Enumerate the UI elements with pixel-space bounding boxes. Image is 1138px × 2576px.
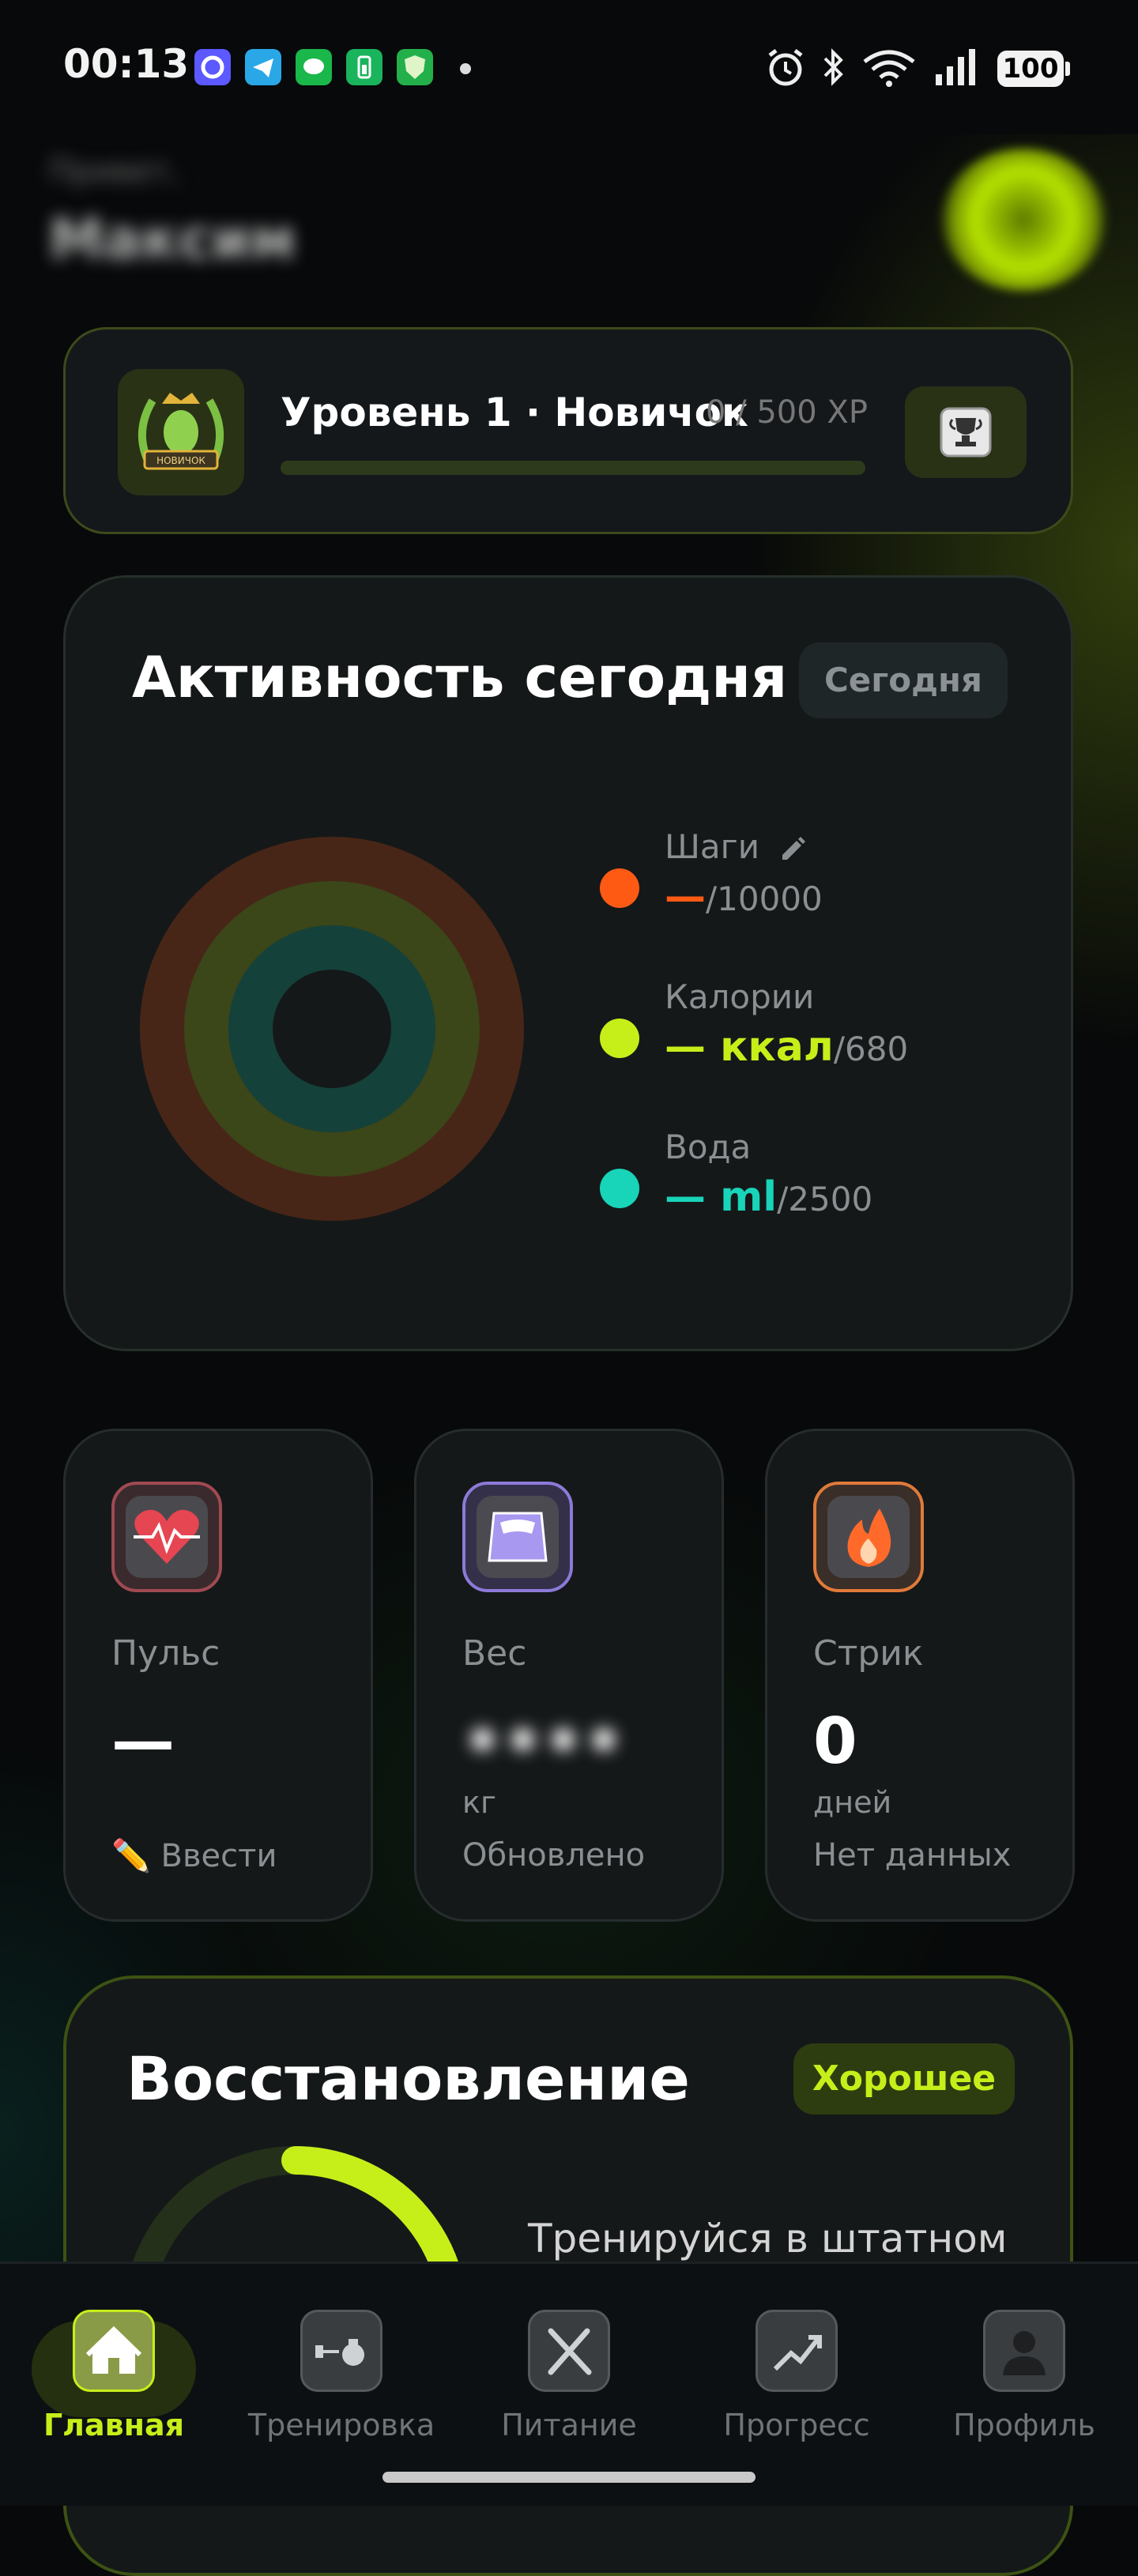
pulse-input-label: Ввести (160, 1838, 277, 1874)
laurel-badge-icon: НОВИЧОК (138, 393, 224, 470)
user-name: Максим (49, 207, 296, 272)
water-value: — ml/2500 (665, 1173, 873, 1221)
calories-label: Калории (665, 977, 815, 1016)
water-ring-track (228, 925, 435, 1132)
streak-card[interactable]: Стрик 0 дней Нет данных (765, 1429, 1075, 1922)
pulse-value: — (111, 1704, 175, 1778)
pencil-icon: ✏️ (111, 1838, 151, 1874)
nav-nutrition[interactable]: Питание (455, 2295, 683, 2454)
alarm-icon (768, 49, 803, 86)
dumbbell-icon (300, 2310, 382, 2392)
edit-pencil-icon[interactable] (776, 831, 808, 863)
messenger-icon (194, 49, 231, 85)
weight-updated: Обновлено (462, 1837, 646, 1874)
pulse-label: Пульс (111, 1633, 220, 1674)
trophy-icon (940, 407, 992, 458)
nav-profile[interactable]: Профиль (910, 2295, 1138, 2454)
steps-value: —/10000 (665, 873, 823, 921)
recovery-title: Восстановление (126, 2043, 690, 2114)
cutlery-icon (528, 2310, 610, 2392)
chart-icon (756, 2310, 838, 2392)
chat-icon (296, 49, 332, 85)
battery-saver-icon (346, 49, 382, 85)
nav-profile-label: Профиль (953, 2408, 1095, 2442)
nav-progress[interactable]: Прогресс (683, 2295, 910, 2454)
scale-icon (462, 1482, 573, 1592)
streak-value: 0 (813, 1704, 857, 1778)
activity-title: Активность сегодня (132, 644, 788, 710)
water-dot (600, 1169, 639, 1208)
nav-home[interactable]: Главная (0, 2295, 228, 2454)
home-icon (73, 2310, 155, 2392)
status-bar: 00:13 100 (0, 0, 1138, 134)
bluetooth-icon (823, 48, 843, 86)
wifi-icon (863, 50, 915, 87)
heart-pulse-icon (111, 1482, 222, 1592)
steps-label: Шаги (665, 827, 808, 866)
bottom-navigation: Главная Тренировка Питание Прогресс Проф… (0, 2262, 1138, 2506)
avatar[interactable] (940, 149, 1106, 291)
water-label: Вода (665, 1128, 752, 1166)
weight-card[interactable]: Вес •••• кг Обновлено (414, 1429, 724, 1922)
streak-status: Нет данных (813, 1837, 1012, 1874)
telegram-icon (245, 49, 281, 85)
weight-value: •••• (462, 1704, 624, 1778)
svg-text:НОВИЧОК: НОВИЧОК (156, 455, 205, 466)
xp-counter: 0 / 500 XP (706, 394, 868, 431)
nav-nutrition-label: Питание (501, 2408, 637, 2442)
weight-label: Вес (462, 1633, 527, 1674)
pulse-input-button[interactable]: ✏️ Ввести (111, 1837, 277, 1874)
recovery-status-badge: Хорошее (793, 2043, 1015, 2115)
more-notifications-dot (460, 63, 471, 74)
achievements-button[interactable] (905, 386, 1027, 478)
recovery-advice: Тренируйся в штатном (528, 2216, 1008, 2262)
greeting-text: Привет, (49, 153, 180, 190)
weight-unit: кг (462, 1785, 496, 1820)
signal-icon (936, 49, 975, 85)
nav-home-label: Главная (43, 2408, 185, 2442)
period-selector-button[interactable]: Сегодня (799, 642, 1008, 718)
xp-progress-bar (281, 461, 865, 475)
nav-progress-label: Прогресс (723, 2408, 870, 2442)
shield-icon (397, 49, 433, 85)
nav-workout-label: Тренировка (247, 2408, 435, 2442)
level-title: Уровень 1 · Новичок (281, 390, 748, 435)
status-time: 00:13 (63, 41, 190, 87)
streak-label: Стрик (813, 1633, 924, 1674)
calories-dot (600, 1019, 639, 1058)
activity-rings[interactable] (138, 835, 526, 1222)
calories-value: — ккал/680 (665, 1023, 909, 1071)
steps-dot (600, 868, 639, 908)
activity-card: Активность сегодня Сегодня Шаги —/10000 … (63, 575, 1073, 1351)
battery-indicator: 100 (997, 51, 1070, 87)
home-indicator[interactable] (382, 2472, 756, 2483)
streak-unit: дней (813, 1785, 892, 1820)
nav-workout[interactable]: Тренировка (228, 2295, 455, 2454)
fire-icon (813, 1482, 924, 1592)
profile-icon (983, 2310, 1065, 2392)
level-badge: НОВИЧОК (118, 369, 244, 495)
level-card[interactable]: НОВИЧОК Уровень 1 · Новичок 0 / 500 XP (63, 327, 1073, 534)
pulse-card[interactable]: Пульс — ✏️ Ввести (63, 1429, 373, 1922)
